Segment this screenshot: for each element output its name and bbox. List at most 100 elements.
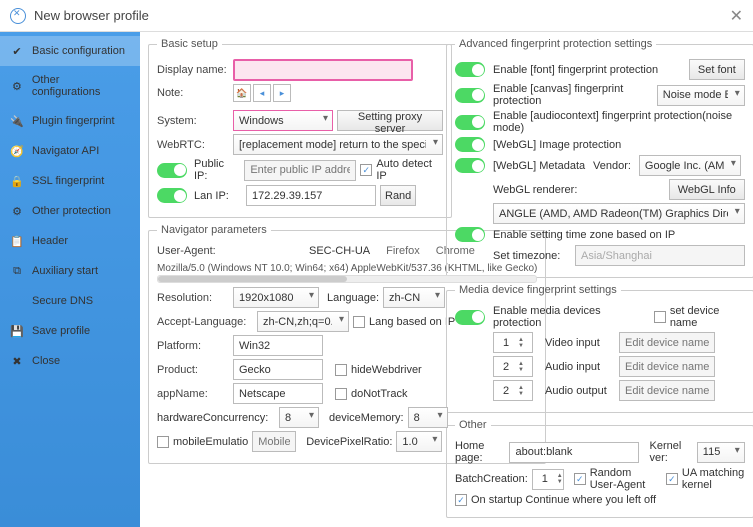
- accept-lang-select[interactable]: zh-CN,zh;q=0.9: [257, 311, 349, 332]
- auto-detect-checkbox[interactable]: ✓: [360, 164, 372, 176]
- lan-ip-toggle[interactable]: [157, 188, 187, 203]
- hc-label: hardwareConcurrency:: [157, 412, 275, 424]
- sidebar-icon: 💾: [10, 324, 24, 338]
- canvas-mode-select[interactable]: Noise mode B: [657, 85, 745, 106]
- adv-legend: Advanced fingerprint protection settings: [455, 38, 656, 50]
- appname-input[interactable]: [233, 383, 323, 404]
- sidebar-label: Save profile: [32, 325, 90, 337]
- sidebar-item-6[interactable]: 📋Header: [0, 226, 140, 256]
- audio-input-spinner[interactable]: ▲▼: [493, 356, 533, 377]
- set-font-button[interactable]: Set font: [689, 59, 745, 80]
- webrtc-select[interactable]: [replacement mode] return to the specifi…: [233, 134, 443, 155]
- res-label: Resolution:: [157, 292, 229, 304]
- dm-select[interactable]: 8: [408, 407, 448, 428]
- next-icon[interactable]: ▸: [273, 84, 291, 102]
- prod-label: Product:: [157, 364, 229, 376]
- mobile-emu-checkbox[interactable]: [157, 436, 169, 448]
- renderer-select[interactable]: ANGLE (AMD, AMD Radeon(TM) Graphics Dire…: [493, 203, 745, 224]
- video-input-spinner[interactable]: ▲▼: [493, 332, 533, 353]
- dpr-select[interactable]: 1.0: [396, 431, 442, 452]
- display-name-label: Display name:: [157, 64, 229, 76]
- display-name-input[interactable]: [233, 59, 413, 81]
- sidebar-item-9[interactable]: 💾 Save profile: [0, 316, 140, 346]
- sidebar-item-1[interactable]: ⚙Other configurations: [0, 66, 140, 106]
- dm-label: deviceMemory:: [329, 412, 404, 424]
- advanced-group: Advanced fingerprint protection settings…: [446, 38, 753, 278]
- startup-label: On startup Continue where you left off: [471, 494, 656, 506]
- ua-kernel-label: UA matching kernel: [682, 467, 745, 491]
- lan-ip-input[interactable]: [246, 185, 376, 206]
- app-label: appName:: [157, 388, 229, 400]
- tab-firefox[interactable]: Firefox: [386, 245, 420, 257]
- webgl-meta-toggle[interactable]: [455, 158, 485, 173]
- batch-label: BatchCreation:: [455, 473, 528, 485]
- ua-scrollbar[interactable]: [157, 275, 537, 283]
- tab-sec-ch-ua[interactable]: SEC-CH-UA: [309, 245, 370, 257]
- audio-output-spinner[interactable]: ▲▼: [493, 380, 533, 401]
- kernel-select[interactable]: 115: [697, 442, 745, 463]
- sidebar-label: Secure DNS: [32, 295, 93, 307]
- sidebar-item-10[interactable]: ✖Close: [0, 346, 140, 376]
- font-toggle[interactable]: [455, 62, 485, 77]
- webgl-img-label: [WebGL] Image protection: [493, 139, 621, 151]
- media-enable-label: Enable media devices protection: [493, 305, 642, 329]
- system-select[interactable]: Windows: [233, 110, 333, 131]
- startup-checkbox[interactable]: ✓: [455, 494, 467, 506]
- audio-out-name-input: [619, 380, 715, 401]
- sidebar-label: Other configurations: [32, 74, 130, 98]
- public-ip-label: Public IP:: [194, 158, 240, 182]
- sidebar: ✔Basic configuration⚙Other configuration…: [0, 32, 140, 527]
- sidebar-icon: ⚙: [10, 204, 24, 218]
- system-label: System:: [157, 115, 229, 127]
- hidewd-checkbox[interactable]: [335, 364, 347, 376]
- note-label: Note:: [157, 87, 229, 99]
- mobile-emu-label: mobileEmulatio: [173, 436, 248, 448]
- public-ip-input[interactable]: [244, 160, 356, 181]
- lang-ip-checkbox[interactable]: [353, 316, 365, 328]
- video-name-input: [619, 332, 715, 353]
- other-group: Other Home page: Kernel ver: 115 BatchCr…: [446, 419, 753, 518]
- batch-spinner[interactable]: ▲▼: [532, 469, 564, 490]
- set-device-name-checkbox[interactable]: [654, 311, 666, 323]
- tz-toggle[interactable]: [455, 227, 485, 242]
- media-toggle[interactable]: [455, 310, 485, 325]
- vendor-select[interactable]: Google Inc. (AMD: [639, 155, 741, 176]
- sidebar-item-8[interactable]: Secure DNS: [0, 286, 140, 316]
- webgl-img-toggle[interactable]: [455, 137, 485, 152]
- sidebar-item-3[interactable]: 🧭Navigator API: [0, 136, 140, 166]
- sidebar-item-7[interactable]: ⧉Auxiliary start: [0, 256, 140, 286]
- webgl-info-button[interactable]: WebGL Info: [669, 179, 745, 200]
- random-ua-checkbox[interactable]: ✓: [574, 473, 586, 485]
- app-logo-icon: [10, 8, 26, 24]
- rand-button[interactable]: Rand: [380, 185, 416, 206]
- home-icon[interactable]: 🏠: [233, 84, 251, 102]
- sidebar-item-4[interactable]: 🔒SSL fingerprint: [0, 166, 140, 196]
- sidebar-icon: 📋: [10, 234, 24, 248]
- prev-icon[interactable]: ◂: [253, 84, 271, 102]
- canvas-toggle[interactable]: [455, 88, 485, 103]
- sidebar-label: SSL fingerprint: [32, 175, 104, 187]
- random-ua-label: Random User-Agent: [590, 467, 656, 491]
- audio-toggle[interactable]: [455, 115, 485, 130]
- sidebar-item-5[interactable]: ⚙Other protection: [0, 196, 140, 226]
- language-select[interactable]: zh-CN: [383, 287, 445, 308]
- proxy-button[interactable]: Setting proxy server: [337, 110, 443, 131]
- home-input[interactable]: [509, 442, 639, 463]
- dnt-checkbox[interactable]: [335, 388, 347, 400]
- basic-legend: Basic setup: [157, 38, 222, 50]
- sidebar-icon: ✔: [10, 44, 24, 58]
- platform-input[interactable]: [233, 335, 323, 356]
- product-input[interactable]: [233, 359, 323, 380]
- ua-kernel-checkbox[interactable]: ✓: [666, 473, 678, 485]
- media-group: Media device fingerprint settings Enable…: [446, 284, 753, 413]
- sidebar-icon: 🔌: [10, 114, 24, 128]
- sidebar-label: Close: [32, 355, 60, 367]
- sidebar-item-0[interactable]: ✔Basic configuration: [0, 36, 140, 66]
- resolution-select[interactable]: 1920x1080: [233, 287, 319, 308]
- hc-select[interactable]: 8: [279, 407, 319, 428]
- auto-detect-label: Auto detect IP: [376, 158, 443, 182]
- webrtc-label: WebRTC:: [157, 139, 229, 151]
- close-icon[interactable]: ✕: [730, 6, 743, 26]
- sidebar-item-2[interactable]: 🔌Plugin fingerprint: [0, 106, 140, 136]
- public-ip-toggle[interactable]: [157, 163, 187, 178]
